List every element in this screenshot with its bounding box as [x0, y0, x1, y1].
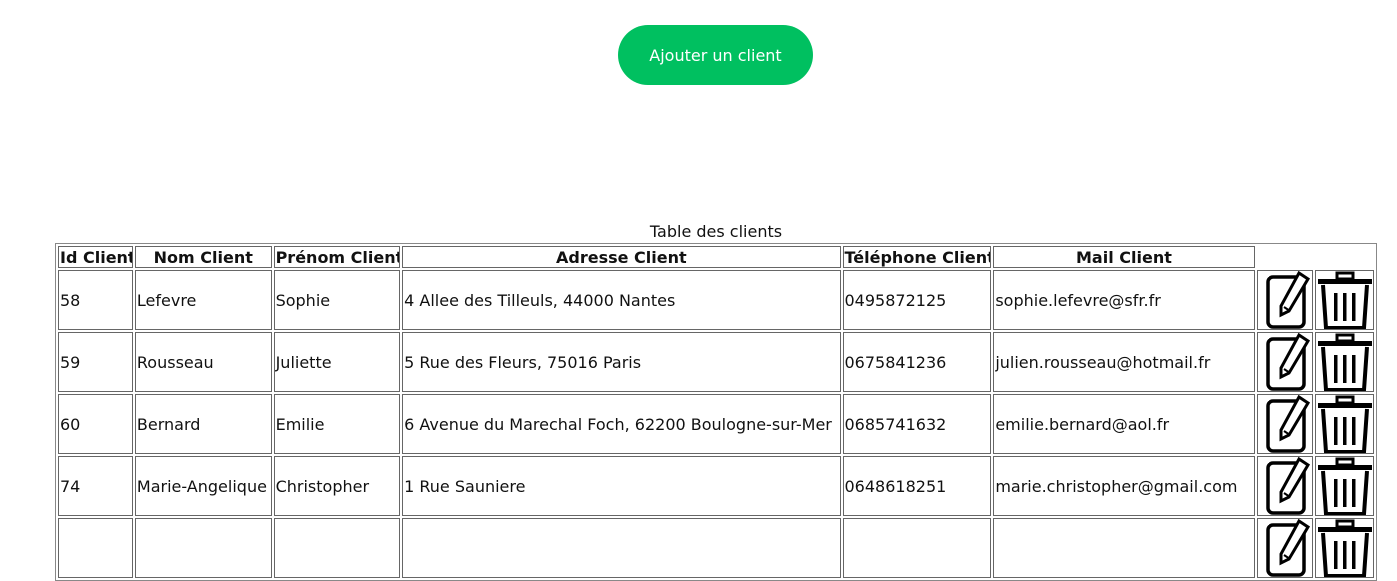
- edit-icon: [1264, 271, 1310, 329]
- cell-telephone: [842, 518, 992, 578]
- cell-prenom: [273, 518, 401, 578]
- table-row: [58, 518, 1374, 578]
- header-prenom: Prénom Client: [273, 246, 401, 268]
- cell-mail: sophie.lefevre@sfr.fr: [993, 270, 1255, 330]
- cell-delete: [1315, 518, 1374, 578]
- delete-button[interactable]: [1316, 519, 1373, 577]
- delete-button[interactable]: [1316, 333, 1373, 391]
- cell-telephone: 0648618251: [842, 456, 992, 516]
- edit-button[interactable]: [1258, 395, 1313, 453]
- edit-button[interactable]: [1258, 519, 1313, 577]
- header-empty-delete: [1315, 246, 1374, 268]
- cell-delete: [1315, 456, 1374, 516]
- header-empty-edit: [1257, 246, 1314, 268]
- cell-prenom: Juliette: [273, 332, 401, 392]
- cell-telephone: 0495872125: [842, 270, 992, 330]
- cell-adresse: 5 Rue des Fleurs, 75016 Paris: [402, 332, 841, 392]
- cell-adresse: 6 Avenue du Marechal Foch, 62200 Boulogn…: [402, 394, 841, 454]
- cell-id: 59: [58, 332, 133, 392]
- cell-edit: [1256, 394, 1314, 454]
- cell-nom: Rousseau: [134, 332, 272, 392]
- table-row: 58 Lefevre Sophie 4 Allee des Tilleuls, …: [58, 270, 1374, 330]
- table-caption: Table des clients: [649, 222, 783, 241]
- cell-edit: [1256, 456, 1314, 516]
- cell-mail: julien.rousseau@hotmail.fr: [993, 332, 1255, 392]
- delete-icon: [1318, 519, 1373, 577]
- header-id: Id Client: [58, 246, 133, 268]
- cell-mail: emilie.bernard@aol.fr: [993, 394, 1255, 454]
- table-row: 60 Bernard Emilie 6 Avenue du Marechal F…: [58, 394, 1374, 454]
- add-client-button[interactable]: Ajouter un client: [618, 25, 813, 85]
- cell-edit: [1256, 270, 1314, 330]
- edit-button[interactable]: [1258, 333, 1313, 391]
- delete-button[interactable]: [1316, 457, 1373, 515]
- cell-adresse: [402, 518, 841, 578]
- cell-id: 58: [58, 270, 133, 330]
- delete-icon: [1318, 395, 1373, 453]
- clients-table: Id Client Nom Client Prénom Client Adres…: [55, 243, 1377, 581]
- header-telephone: Téléphone Client: [842, 246, 992, 268]
- edit-icon: [1264, 395, 1310, 453]
- cell-telephone: 0675841236: [842, 332, 992, 392]
- cell-prenom: Emilie: [273, 394, 401, 454]
- table-row: 59 Rousseau Juliette 5 Rue des Fleurs, 7…: [58, 332, 1374, 392]
- cell-nom: Bernard: [134, 394, 272, 454]
- edit-button[interactable]: [1258, 457, 1313, 515]
- cell-nom: [134, 518, 272, 578]
- cell-adresse: 4 Allee des Tilleuls, 44000 Nantes: [402, 270, 841, 330]
- cell-id: [58, 518, 133, 578]
- delete-icon: [1318, 271, 1373, 329]
- header-mail: Mail Client: [993, 246, 1255, 268]
- cell-mail: marie.christopher@gmail.com: [993, 456, 1255, 516]
- delete-button[interactable]: [1316, 271, 1373, 329]
- edit-icon: [1264, 457, 1310, 515]
- delete-icon: [1318, 333, 1373, 391]
- cell-edit: [1256, 518, 1314, 578]
- cell-id: 60: [58, 394, 133, 454]
- cell-nom: Marie-Angelique: [134, 456, 272, 516]
- cell-prenom: Christopher: [273, 456, 401, 516]
- cell-nom: Lefevre: [134, 270, 272, 330]
- cell-telephone: 0685741632: [842, 394, 992, 454]
- cell-delete: [1315, 394, 1374, 454]
- edit-button[interactable]: [1258, 271, 1313, 329]
- edit-icon: [1264, 333, 1310, 391]
- cell-id: 74: [58, 456, 133, 516]
- header-nom: Nom Client: [134, 246, 272, 268]
- cell-mail: [993, 518, 1255, 578]
- table-header-row: Id Client Nom Client Prénom Client Adres…: [58, 246, 1374, 268]
- cell-delete: [1315, 270, 1374, 330]
- cell-edit: [1256, 332, 1314, 392]
- edit-icon: [1264, 519, 1310, 577]
- table-row: 74 Marie-Angelique Christopher 1 Rue Sau…: [58, 456, 1374, 516]
- delete-icon: [1318, 457, 1373, 515]
- delete-button[interactable]: [1316, 395, 1373, 453]
- header-adresse: Adresse Client: [402, 246, 841, 268]
- cell-delete: [1315, 332, 1374, 392]
- cell-adresse: 1 Rue Sauniere: [402, 456, 841, 516]
- cell-prenom: Sophie: [273, 270, 401, 330]
